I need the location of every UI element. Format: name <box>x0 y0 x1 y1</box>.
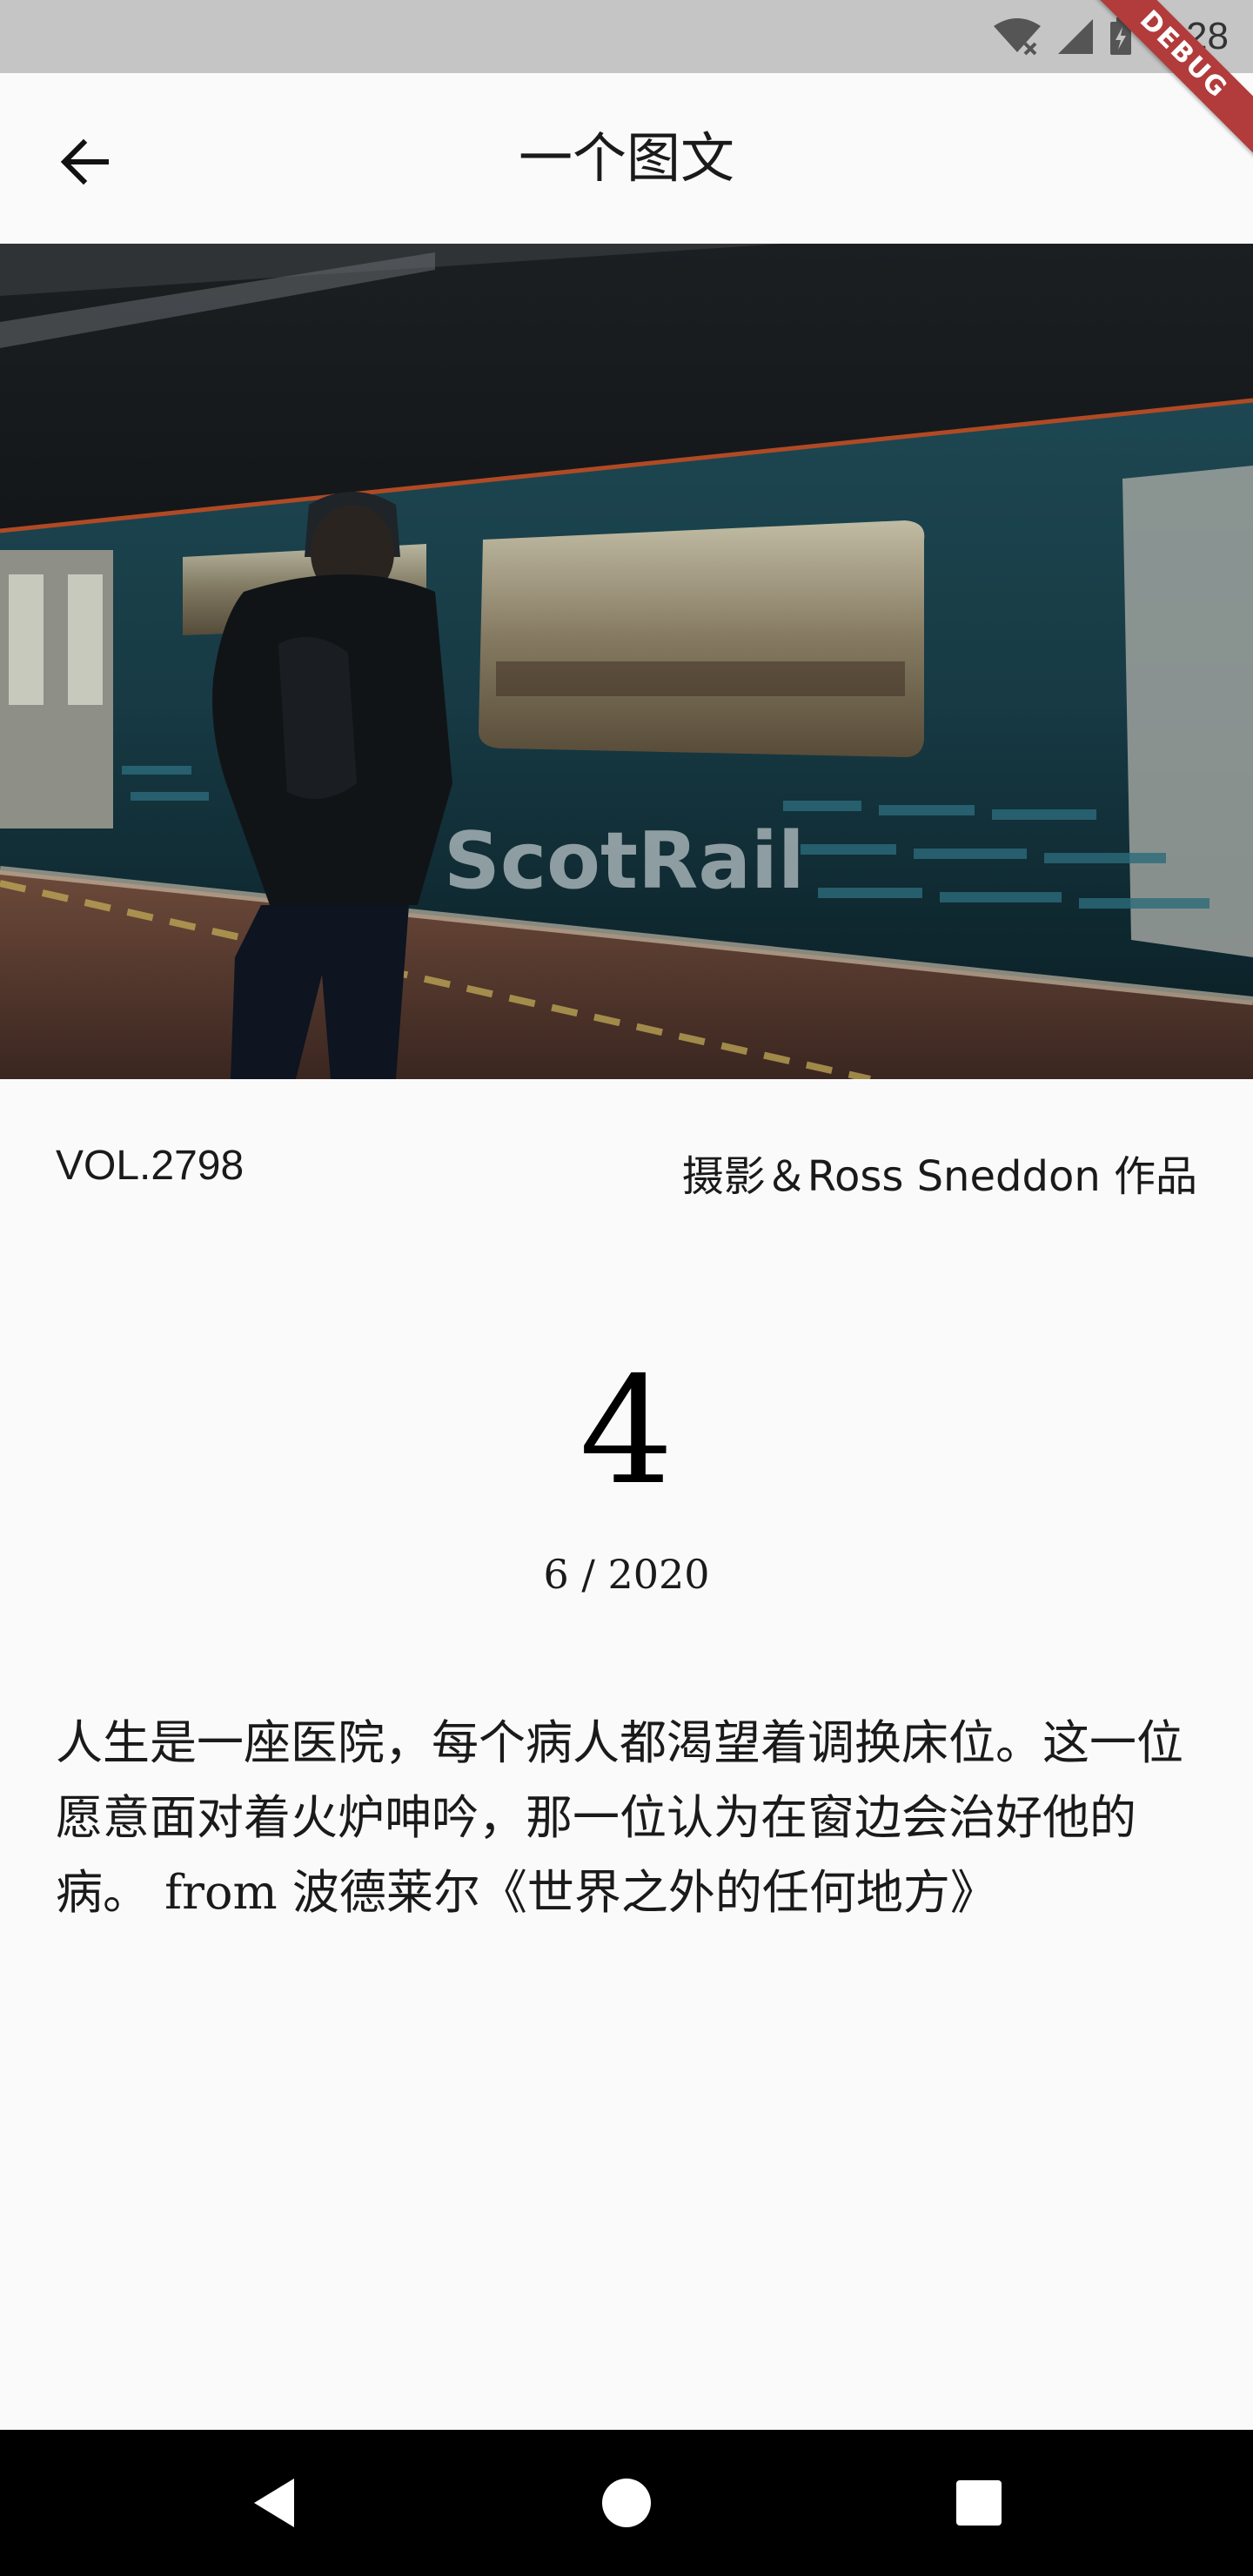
hero-photo: ScotRail <box>0 244 1253 1079</box>
nav-back-icon <box>254 2479 294 2527</box>
photo-credit: 摄影＆Ross Sneddon 作品 <box>681 1152 1197 1201</box>
month-year: 6 / 2020 <box>543 1551 710 1598</box>
meta-row: VOL.2798 摄影＆Ross Sneddon 作品 <box>56 1142 1197 1203</box>
nav-recents-icon <box>956 2480 1002 2526</box>
nav-home-button[interactable] <box>590 2466 663 2539</box>
quote-text: 人生是一座医院，每个病人都渴望着调换床位。这一位愿意面对着火炉呻吟，那一位认为在… <box>56 1715 1183 1920</box>
page-title: 一个图文 <box>518 126 734 190</box>
nav-home-icon <box>602 2479 651 2527</box>
app-bar: 一个图文 <box>0 73 1253 244</box>
volume-label: VOL.2798 <box>56 1143 245 1189</box>
nav-back-button[interactable] <box>238 2466 312 2539</box>
train-platform-image: ScotRail <box>0 244 1253 1079</box>
wifi-off-icon <box>994 18 1042 56</box>
status-bar: 1:28 <box>0 0 1253 73</box>
svg-text:ScotRail: ScotRail <box>444 815 805 907</box>
day-number: 4 <box>579 1345 674 1518</box>
system-nav-bar <box>0 2430 1253 2576</box>
nav-recents-button[interactable] <box>942 2466 1015 2539</box>
signal-icon <box>1058 19 1094 54</box>
